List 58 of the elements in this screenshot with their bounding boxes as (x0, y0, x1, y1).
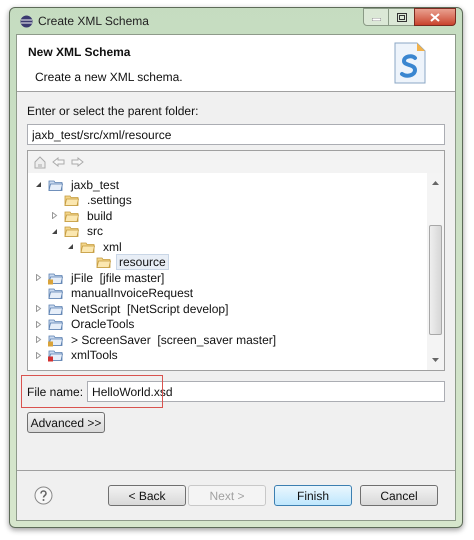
expanded-arrow-icon[interactable] (50, 228, 58, 235)
folder-icon (64, 193, 80, 208)
close-button[interactable] (414, 8, 456, 26)
expanded-arrow-icon[interactable] (66, 243, 74, 250)
collapsed-arrow-icon[interactable] (34, 305, 42, 312)
tree-item[interactable]: xml (100, 238, 125, 255)
folder-icon (64, 208, 80, 223)
folder-icon (64, 224, 80, 238)
scrollbar-thumb[interactable] (429, 225, 442, 335)
header-title: New XML Schema (28, 44, 132, 61)
maximize-button[interactable] (389, 8, 414, 26)
tree-item[interactable]: resource (116, 254, 169, 270)
collapsed-arrow-icon[interactable] (34, 336, 42, 344)
close-icon (430, 12, 440, 22)
folder-icon (80, 240, 96, 254)
tree-item[interactable]: jFile [jfile master] (68, 270, 168, 286)
dialog-button[interactable]: Cancel (360, 485, 438, 506)
project-folder-icon (48, 332, 64, 347)
project-folder-icon (48, 317, 64, 332)
expanded-arrow-icon[interactable] (34, 181, 42, 188)
tree-item[interactable]: jaxb_test (68, 176, 122, 193)
field-label: File name: (27, 384, 84, 400)
window-title: Create XML Schema (38, 13, 149, 30)
home-icon[interactable] (34, 156, 46, 168)
scrollbar[interactable] (427, 173, 444, 370)
scroll-down-icon[interactable] (432, 358, 439, 362)
back-arrow-icon[interactable] (52, 157, 65, 167)
collapsed-arrow-icon[interactable] (34, 274, 42, 282)
minimize-icon (372, 18, 380, 21)
project-folder-icon (48, 270, 64, 285)
tree-item[interactable]: manualInvoiceRequest (68, 285, 196, 302)
header-description: Create a new XML schema. (35, 69, 183, 86)
help-icon[interactable] (34, 486, 53, 505)
tree-item[interactable]: xmlTools (68, 347, 121, 364)
scroll-up-icon[interactable] (432, 181, 439, 185)
schema-file-icon (394, 42, 426, 84)
collapsed-arrow-icon[interactable] (50, 212, 58, 220)
advanced-button[interactable]: Advanced >> (27, 412, 105, 433)
folder-icon (96, 255, 112, 270)
tree-item[interactable]: .settings (84, 192, 135, 208)
tree-item[interactable]: > ScreenSaver [screen_saver master] (68, 332, 280, 348)
project-folder-icon (48, 178, 64, 192)
collapsed-arrow-icon[interactable] (34, 320, 42, 328)
project-folder-icon (48, 348, 64, 362)
tree-item[interactable]: src (84, 223, 106, 240)
tree-item[interactable]: OracleTools (68, 316, 138, 332)
collapsed-arrow-icon[interactable] (34, 352, 42, 359)
dialog-button[interactable]: Finish (274, 485, 352, 506)
tree-item[interactable]: NetScript [NetScript develop] (68, 300, 232, 317)
forward-arrow-icon[interactable] (71, 157, 84, 167)
field-label: Enter or select the parent folder: (27, 103, 200, 120)
dialog-button[interactable]: < Back (108, 485, 186, 506)
parent-folder-field[interactable]: jaxb_test/src/xml/resource (27, 124, 445, 145)
project-folder-icon (48, 286, 64, 300)
maximize-icon (396, 12, 406, 22)
project-folder-icon (48, 302, 64, 316)
tree-item[interactable]: build (84, 208, 116, 224)
app-icon (20, 14, 33, 28)
